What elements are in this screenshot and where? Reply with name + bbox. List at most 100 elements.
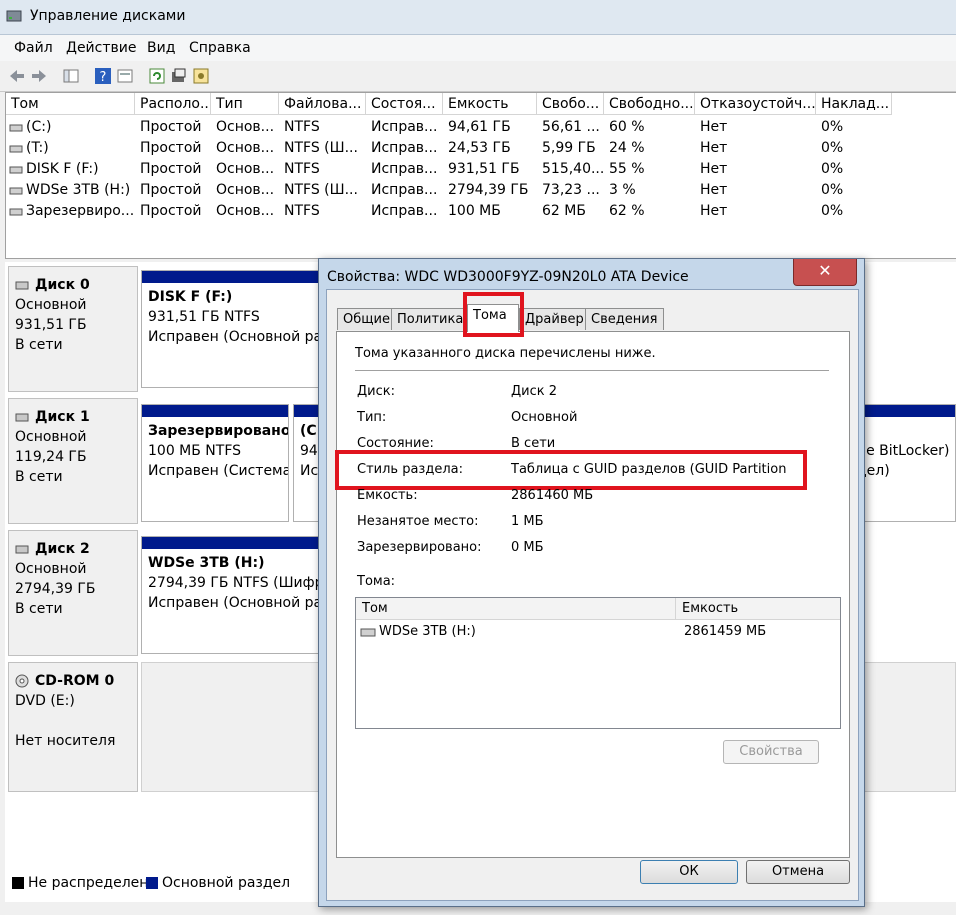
disk-status: В сети [15,469,63,485]
legend-primary: Основной раздел [162,875,291,891]
legend-unallocated: Не распределен [28,875,149,891]
rescan-disks-icon[interactable] [170,67,188,85]
partition-reserved[interactable]: Зарезервировано с 100 МБ NTFS Исправен (… [141,404,289,522]
tab-highlight-box [463,292,524,337]
column-header-free[interactable]: Свобо... [537,93,604,115]
cdrom-0-label[interactable]: CD-ROM 0 DVD (E:) Нет носителя [8,662,138,792]
cell-overhead: 0% [821,161,844,177]
cell-free: 5,99 ГБ [542,140,596,156]
help-icon[interactable]: ? [94,67,112,85]
window-title-bar: Управление дисками [0,0,956,35]
drive-icon [9,166,23,174]
drive-icon [9,145,23,153]
volumes-tab-panel: Тома указанного диска перечислены ниже. … [335,331,850,858]
disk-name: CD-ROM 0 [35,673,115,689]
volume-row[interactable]: WDSe 3TB (H:) [360,624,476,639]
volumes-label: Тома: [357,574,396,589]
svg-text:?: ? [100,70,107,85]
disk-status: В сети [15,337,63,353]
cell-overhead: 0% [821,203,844,219]
cell-type: Основ... [216,161,275,177]
cell-layout: Простой [140,140,202,156]
volumes-col-volume[interactable]: Том [356,598,676,620]
tab-details[interactable]: Сведения [585,308,664,330]
cell-layout: Простой [140,182,202,198]
menu-help[interactable]: Справка [189,40,251,56]
column-header-layout[interactable]: Располо... [135,93,211,115]
drive-icon [360,628,376,636]
disk-icon [15,281,29,290]
cell-type: Основ... [216,182,275,198]
properties-dialog: Свойства: WDC WD3000F9YZ-09N20L0 ATA Dev… [318,258,865,907]
cell-volume: Зарезервиро... [26,203,135,219]
cell-free-percent: 55 % [609,161,645,177]
disk-name: Диск 0 [35,277,90,293]
cell-volume: (C:) [26,119,52,135]
volumes-table[interactable]: Том Емкость WDSe 3TB (H:) 2861459 МБ [355,597,841,729]
column-header-filesystem[interactable]: Файлова... [279,93,366,115]
column-header-volume[interactable]: Том [6,93,135,115]
settings-icon[interactable] [192,67,210,85]
primary-partition-bar [142,405,288,417]
prop-value-unallocated: 1 МБ [511,514,544,529]
partition-status: Исправен (Основной раз [148,329,330,345]
column-header-fault-tolerance[interactable]: Отказоустойч... [695,93,816,115]
volume-properties-button[interactable]: Свойства [723,740,819,764]
refresh-icon[interactable] [148,67,166,85]
cancel-button[interactable]: Отмена [746,860,850,884]
menu-bar: Файл Действие Вид Справка [0,35,956,61]
volume-size: 2861459 МБ [684,624,767,639]
cell-status: Исправ... [371,203,438,219]
partition-size: 931,51 ГБ NTFS [148,309,260,325]
partition-title: Зарезервировано с [148,423,288,439]
disk-icon [15,413,29,422]
drive-icon [9,187,23,195]
back-arrow-icon[interactable] [8,67,26,85]
tab-driver[interactable]: Драйвер [519,308,590,330]
cell-filesystem: NTFS [284,119,320,135]
cell-capacity: 94,61 ГБ [448,119,511,135]
volume-list-table: Том Располо... Тип Файлова... Состоя... … [5,92,956,259]
tab-general[interactable]: Общие [337,308,396,330]
toolbar: ? [0,61,956,92]
forward-arrow-icon[interactable] [30,67,48,85]
cell-capacity: 24,53 ГБ [448,140,511,156]
menu-file[interactable]: Файл [14,40,53,56]
prop-value-capacity: 2861460 МБ [511,488,594,503]
dialog-title: Свойства: WDC WD3000F9YZ-09N20L0 ATA Dev… [327,269,689,285]
column-header-capacity[interactable]: Емкость [443,93,537,115]
disk-2-label[interactable]: Диск 2 Основной 2794,39 ГБ В сети [8,530,138,656]
cell-capacity: 931,51 ГБ [448,161,520,177]
close-icon[interactable]: ✕ [793,259,857,286]
disk-size: 2794,39 ГБ [15,581,96,597]
disk-0-label[interactable]: Диск 0 Основной 931,51 ГБ В сети [8,266,138,392]
cell-free: 73,23 ... [542,182,600,198]
show-hide-tree-icon[interactable] [62,67,80,85]
cdrom-icon [15,674,29,688]
prop-label-disk: Диск: [357,384,395,399]
cell-type: Основ... [216,119,275,135]
separator [355,370,829,371]
partition-size: 100 МБ NTFS [148,443,242,459]
column-header-type[interactable]: Тип [211,93,279,115]
disk-management-icon [6,10,22,22]
prop-value-disk: Диск 2 [511,384,558,399]
disk-1-label[interactable]: Диск 1 Основной 119,24 ГБ В сети [8,398,138,524]
partition-title: DISK F (F:) [148,289,233,305]
cell-filesystem: NTFS (Ш... [284,182,358,198]
disk-type: Основной [15,429,87,445]
volumes-col-capacity[interactable]: Емкость [676,598,840,620]
properties-pane-icon[interactable] [116,67,134,85]
prop-label-unallocated: Незанятое место: [357,514,479,529]
menu-view[interactable]: Вид [147,40,175,56]
column-header-overhead[interactable]: Наклад... [816,93,892,115]
column-header-status[interactable]: Состоя... [366,93,443,115]
disk-type: Основной [15,561,87,577]
cell-overhead: 0% [821,119,844,135]
prop-value-status: В сети [511,436,556,451]
column-header-free-percent[interactable]: Свободно... [604,93,695,115]
ok-button[interactable]: ОК [640,860,738,884]
partition-size: ие BitLocker) [857,443,950,459]
menu-action[interactable]: Действие [66,40,136,56]
tab-policy[interactable]: Политика [391,308,470,330]
